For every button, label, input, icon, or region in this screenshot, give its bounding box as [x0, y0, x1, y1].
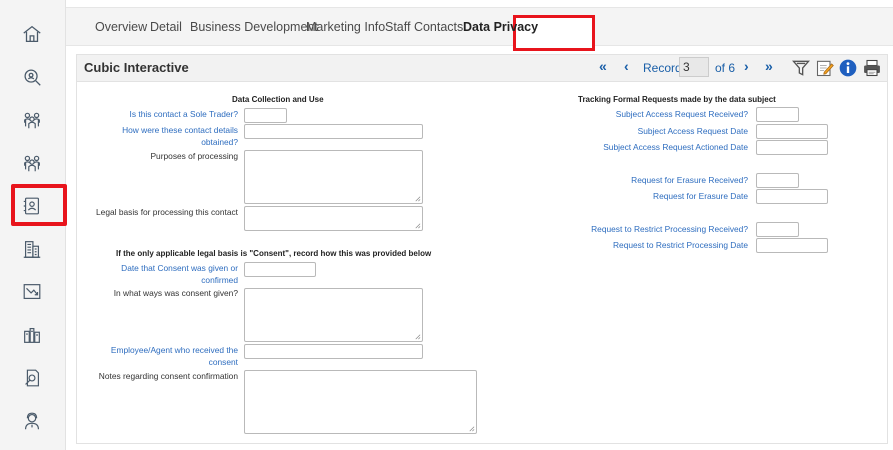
chart-icon[interactable] [18, 278, 46, 306]
edit-note-icon[interactable] [814, 57, 836, 79]
buildings-icon[interactable] [18, 235, 46, 263]
sole-trader-field[interactable] [244, 108, 287, 123]
record-number-input[interactable]: 3 [679, 57, 709, 77]
consent-date-field[interactable] [244, 262, 316, 277]
restrict-date-field[interactable] [756, 238, 828, 253]
next-record-button[interactable]: › [744, 58, 749, 74]
label-restrict-date: Request to Restrict Processing Date [613, 240, 748, 250]
consent-notes-textarea[interactable] [244, 370, 477, 434]
tab-detail[interactable]: Detail [150, 20, 182, 34]
label-how-obtained: How were these contact details obtained? [122, 125, 238, 147]
left-sidebar [0, 0, 67, 450]
tab-staff-contacts[interactable]: Staff Contacts [385, 20, 463, 34]
home-icon[interactable] [18, 20, 46, 48]
consent-ways-textarea[interactable] [244, 288, 423, 342]
app-window: Overview Detail Business Development Mar… [0, 0, 893, 450]
record-panel: Cubic Interactive « ‹ Record 3 of 6 › » … [76, 54, 888, 444]
label-consent-ways: In what ways was consent given? [113, 288, 238, 298]
how-obtained-field[interactable] [244, 124, 423, 139]
people-icon[interactable] [18, 106, 46, 134]
label-consent-date: Date that Consent was given or confirmed [121, 263, 238, 285]
sar-actioned-field[interactable] [756, 140, 828, 155]
label-legal-basis: Legal basis for processing this contact [96, 207, 238, 217]
record-label: Record [643, 61, 682, 75]
tab-marketing-info[interactable]: Marketing Info [306, 20, 385, 34]
support-user-icon[interactable] [18, 407, 46, 435]
label-erasure-received: Request for Erasure Received? [631, 175, 748, 185]
search-icon[interactable] [18, 63, 46, 91]
purposes-textarea[interactable] [244, 150, 423, 204]
label-purposes: Purposes of processing [150, 151, 238, 161]
label-restrict-received: Request to Restrict Processing Received? [591, 224, 748, 234]
tab-overview[interactable]: Overview [95, 20, 147, 34]
label-sar-received: Subject Access Request Received? [615, 109, 748, 119]
label-consent-notes: Notes regarding consent confirmation [98, 371, 238, 381]
last-record-button[interactable]: » [765, 58, 773, 74]
employee-agent-field[interactable] [244, 344, 423, 359]
sar-date-field[interactable] [756, 124, 828, 139]
label-sole-trader: Is this contact a Sole Trader? [129, 109, 238, 119]
top-strip [66, 0, 893, 8]
erasure-date-field[interactable] [756, 189, 828, 204]
previous-record-button[interactable]: ‹ [624, 58, 629, 74]
tab-bar: Overview Detail Business Development Mar… [66, 8, 893, 51]
document-search-icon[interactable] [18, 364, 46, 392]
label-employee-agent: Employee/Agent who received the consent [110, 345, 238, 367]
legal-basis-textarea[interactable] [244, 206, 423, 231]
erasure-received-field[interactable] [756, 173, 799, 188]
info-icon[interactable] [837, 57, 859, 79]
first-record-button[interactable]: « [599, 58, 607, 74]
filter-icon[interactable] [790, 57, 812, 79]
label-sar-actioned: Subject Access Request Actioned Date [603, 142, 748, 152]
tab-business-development[interactable]: Business Development [190, 20, 318, 34]
record-title: Cubic Interactive [84, 60, 189, 75]
record-header: Cubic Interactive « ‹ Record 3 of 6 › » [77, 55, 887, 82]
section-title-consent: If the only applicable legal basis is "C… [116, 249, 432, 258]
label-sar-date: Subject Access Request Date [637, 126, 748, 136]
sidebar-selection-highlight [11, 184, 67, 226]
library-icon[interactable] [18, 321, 46, 349]
label-erasure-date: Request for Erasure Date [653, 191, 748, 201]
section-title-data-collection: Data Collection and Use [232, 95, 324, 104]
restrict-received-field[interactable] [756, 222, 799, 237]
print-icon[interactable] [861, 57, 883, 79]
section-title-formal-requests: Tracking Formal Requests made by the dat… [578, 95, 776, 104]
tab-data-privacy[interactable]: Data Privacy [463, 20, 538, 34]
sar-received-field[interactable] [756, 107, 799, 122]
people-group-icon[interactable] [18, 149, 46, 177]
record-count: of 6 [715, 61, 736, 75]
